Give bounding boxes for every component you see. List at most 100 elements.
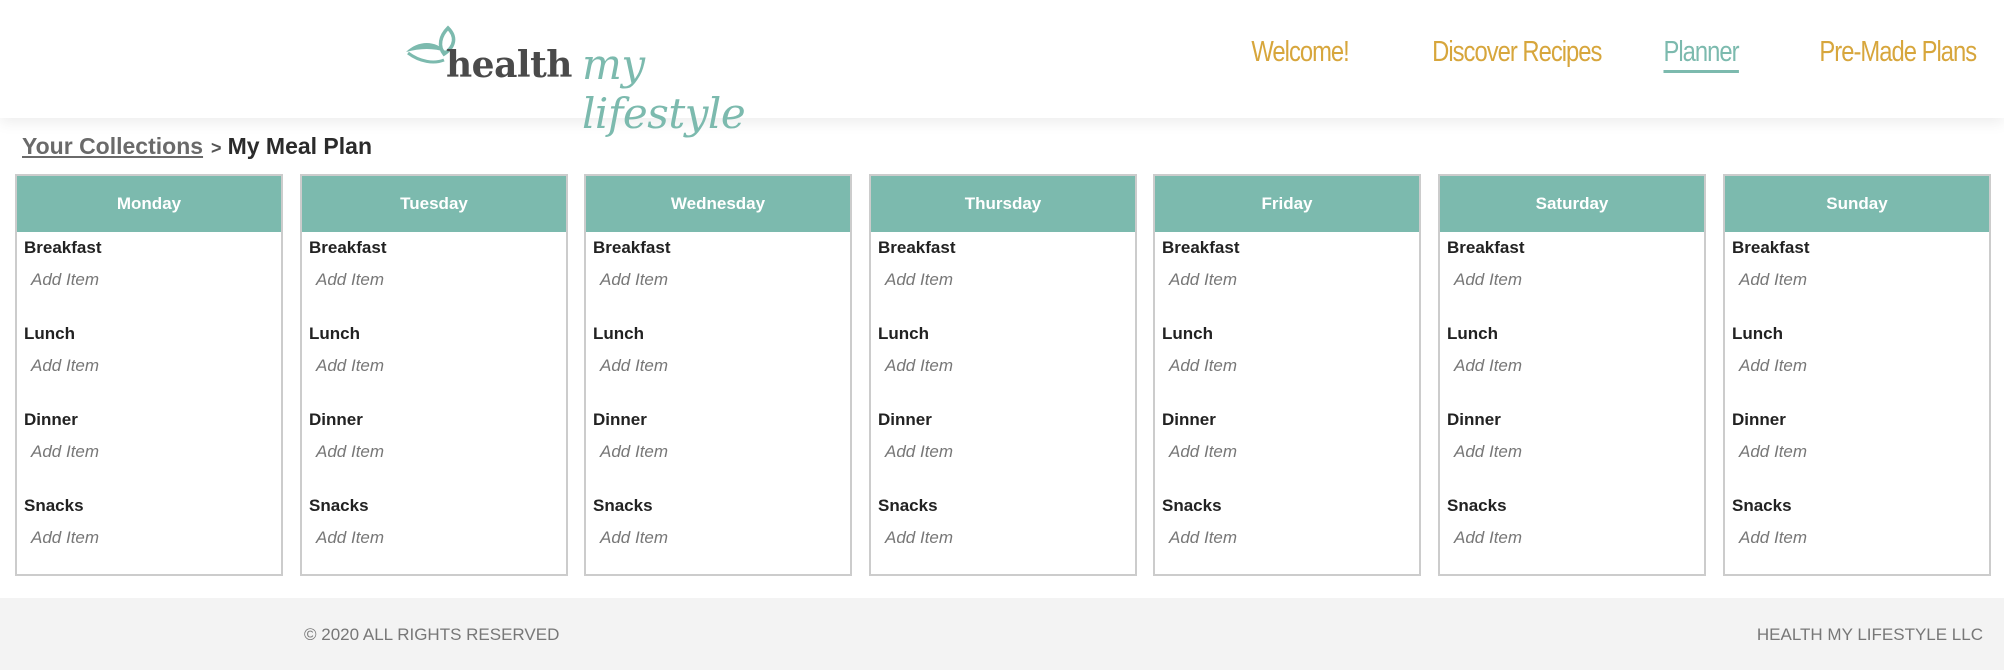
add-item-button[interactable]: Add Item [316,356,384,376]
meal-section-dinner: Dinner Add Item [1447,410,1522,462]
meal-label: Breakfast [1162,238,1240,257]
breadcrumb-your-collections[interactable]: Your Collections [22,133,203,159]
meal-label: Lunch [1447,324,1498,343]
add-item-button[interactable]: Add Item [885,528,953,548]
meal-label: Dinner [1447,410,1501,429]
breadcrumb-separator: > [211,138,222,158]
nav-discover-recipes[interactable]: Discover Recipes [1432,36,1602,73]
logo-text-health: health [446,44,572,86]
meal-label: Breakfast [1447,238,1525,257]
add-item-button[interactable]: Add Item [316,442,384,462]
meal-section-lunch: Lunch Add Item [1162,324,1237,376]
meal-label: Snacks [878,496,938,515]
day-column-saturday: Saturday Breakfast Add Item Lunch Add Item Di… [1438,174,1706,576]
add-item-button[interactable]: Add Item [1454,356,1522,376]
meal-section-dinner: Dinner Add Item [1732,410,1807,462]
meal-section-breakfast: Breakfast Add Item [878,238,956,290]
site-header: health my lifestyle Welcome! Discover Re… [0,0,2004,138]
meal-section-snacks: Snacks Add Item [1732,496,1807,548]
nav-pre-made-plans[interactable]: Pre-Made Plans [1819,36,1977,73]
meal-label: Dinner [1732,410,1786,429]
meal-label: Breakfast [1732,238,1810,257]
meal-section-lunch: Lunch Add Item [593,324,668,376]
add-item-button[interactable]: Add Item [885,442,953,462]
meal-section-breakfast: Breakfast Add Item [593,238,671,290]
main-nav: Welcome! Discover Recipes Planner Pre-Ma… [1230,36,1977,73]
add-item-button[interactable]: Add Item [1454,270,1525,290]
day-header: Wednesday [586,176,850,232]
add-item-button[interactable]: Add Item [1454,442,1522,462]
meal-section-dinner: Dinner Add Item [1162,410,1237,462]
meal-label: Dinner [878,410,932,429]
add-item-button[interactable]: Add Item [885,270,956,290]
nav-planner[interactable]: Planner [1663,36,1740,73]
meal-label: Lunch [309,324,360,343]
meal-label: Lunch [1732,324,1783,343]
meal-section-snacks: Snacks Add Item [24,496,99,548]
meal-section-dinner: Dinner Add Item [593,410,668,462]
add-item-button[interactable]: Add Item [600,356,668,376]
add-item-button[interactable]: Add Item [316,270,387,290]
meal-section-breakfast: Breakfast Add Item [309,238,387,290]
meal-section-lunch: Lunch Add Item [1447,324,1522,376]
day-column-thursday: Thursday Breakfast Add Item Lunch Add Item Di… [869,174,1137,576]
add-item-button[interactable]: Add Item [316,528,384,548]
meal-label: Snacks [1162,496,1222,515]
meal-section-lunch: Lunch Add Item [309,324,384,376]
meal-label: Dinner [309,410,363,429]
day-header: Monday [17,176,281,232]
add-item-button[interactable]: Add Item [1169,270,1240,290]
meal-label: Lunch [593,324,644,343]
add-item-button[interactable]: Add Item [600,442,668,462]
add-item-button[interactable]: Add Item [1454,528,1522,548]
meal-section-snacks: Snacks Add Item [593,496,668,548]
add-item-button[interactable]: Add Item [1739,442,1807,462]
add-item-button[interactable]: Add Item [1739,356,1807,376]
breadcrumb: Your Collections > My Meal Plan [22,133,372,160]
add-item-button[interactable]: Add Item [31,442,99,462]
add-item-button[interactable]: Add Item [885,356,953,376]
nav-welcome[interactable]: Welcome! [1251,36,1349,73]
day-column-monday: Monday Breakfast Add Item Lunch Add Item Dinn… [15,174,283,576]
add-item-button[interactable]: Add Item [1739,270,1810,290]
meal-label: Dinner [1162,410,1216,429]
meal-section-lunch: Lunch Add Item [1732,324,1807,376]
meal-label: Lunch [1162,324,1213,343]
meal-label: Breakfast [309,238,387,257]
day-column-friday: Friday Breakfast Add Item Lunch Add Item Dinn… [1153,174,1421,576]
meal-label: Breakfast [878,238,956,257]
add-item-button[interactable]: Add Item [1169,528,1237,548]
meal-section-dinner: Dinner Add Item [24,410,99,462]
logo[interactable]: health my lifestyle [404,18,814,138]
meal-section-breakfast: Breakfast Add Item [24,238,102,290]
meal-section-snacks: Snacks Add Item [1447,496,1522,548]
logo-text-lifestyle: my lifestyle [582,40,746,138]
meal-section-dinner: Dinner Add Item [309,410,384,462]
add-item-button[interactable]: Add Item [600,528,668,548]
meal-label: Snacks [24,496,84,515]
site-footer: © 2020 ALL RIGHTS RESERVED HEALTH MY LIF… [0,598,2004,670]
add-item-button[interactable]: Add Item [1169,442,1237,462]
breadcrumb-current: My Meal Plan [227,133,372,159]
add-item-button[interactable]: Add Item [31,270,102,290]
add-item-button[interactable]: Add Item [1169,356,1237,376]
day-header: Friday [1155,176,1419,232]
add-item-button[interactable]: Add Item [31,528,99,548]
add-item-button[interactable]: Add Item [31,356,99,376]
add-item-button[interactable]: Add Item [1739,528,1807,548]
meal-section-snacks: Snacks Add Item [1162,496,1237,548]
meal-label: Dinner [24,410,78,429]
day-header: Sunday [1725,176,1989,232]
meal-label: Snacks [309,496,369,515]
meal-section-lunch: Lunch Add Item [878,324,953,376]
day-column-wednesday: Wednesday Breakfast Add Item Lunch Add Item D… [584,174,852,576]
meal-label: Snacks [1447,496,1507,515]
meal-label: Lunch [878,324,929,343]
meal-label: Snacks [1732,496,1792,515]
company-name: HEALTH MY LIFESTYLE LLC [1756,625,1983,644]
meal-label: Breakfast [593,238,671,257]
meal-label: Dinner [593,410,647,429]
meal-section-snacks: Snacks Add Item [309,496,384,548]
meal-section-snacks: Snacks Add Item [878,496,953,548]
add-item-button[interactable]: Add Item [600,270,671,290]
